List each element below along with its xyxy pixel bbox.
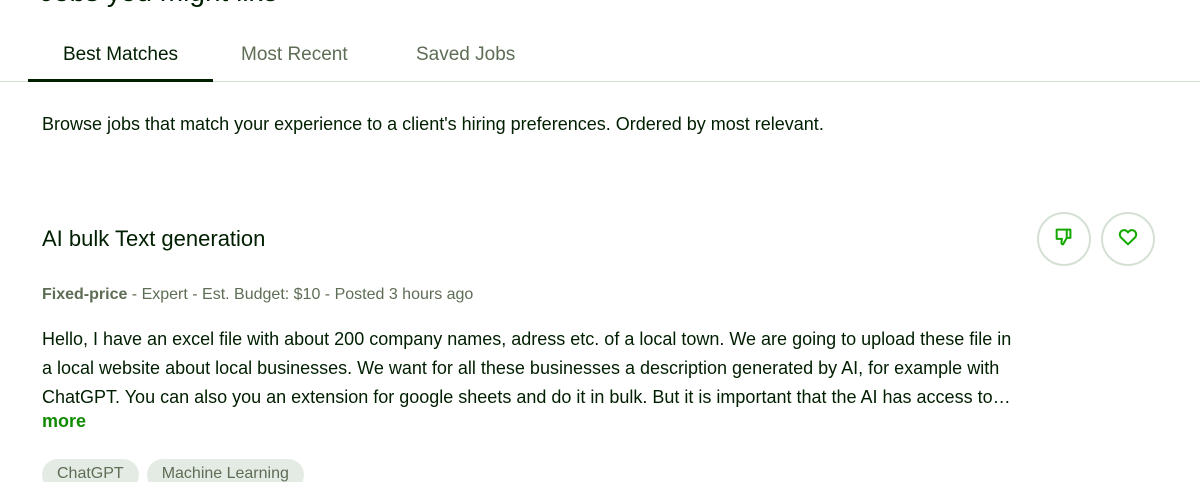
job-description-line: ChatGPT. You can also you an extension f…	[42, 387, 1011, 407]
tab-best-matches[interactable]: Best Matches	[28, 38, 213, 82]
tab-most-recent[interactable]: Most Recent	[241, 38, 348, 82]
skill-tag[interactable]: ChatGPT	[42, 459, 139, 482]
job-description: Hello, I have an excel file with about 2…	[42, 325, 1152, 412]
job-type: Fixed-price	[42, 286, 128, 303]
skill-tag[interactable]: Machine Learning	[146, 459, 304, 482]
job-description-line: a local website about local businesses. …	[42, 358, 1000, 378]
skill-tags: ChatGPT Machine Learning	[42, 459, 304, 482]
more-link[interactable]: more	[42, 411, 86, 432]
section-title: Jobs you might like	[40, 0, 278, 8]
heart-icon	[1117, 226, 1139, 253]
job-title-link[interactable]: AI bulk Text generation	[42, 226, 265, 252]
save-job-button[interactable]	[1101, 212, 1155, 266]
feed-description: Browse jobs that match your experience t…	[42, 114, 824, 134]
tab-saved-jobs[interactable]: Saved Jobs	[416, 38, 515, 82]
active-tab-indicator	[28, 79, 213, 82]
job-feed-tabs: Best Matches Most Recent Saved Jobs	[0, 38, 1200, 82]
thumbs-down-icon	[1053, 226, 1075, 253]
job-meta-details: - Expert - Est. Budget: $10 - Posted 3 h…	[127, 286, 474, 303]
jobs-feed-page: Jobs you might like Best Matches Most Re…	[0, 0, 1200, 482]
job-meta: Fixed-price - Expert - Est. Budget: $10 …	[42, 286, 473, 304]
job-description-line: Hello, I have an excel file with about 2…	[42, 329, 1012, 349]
dislike-job-button[interactable]	[1037, 212, 1091, 266]
